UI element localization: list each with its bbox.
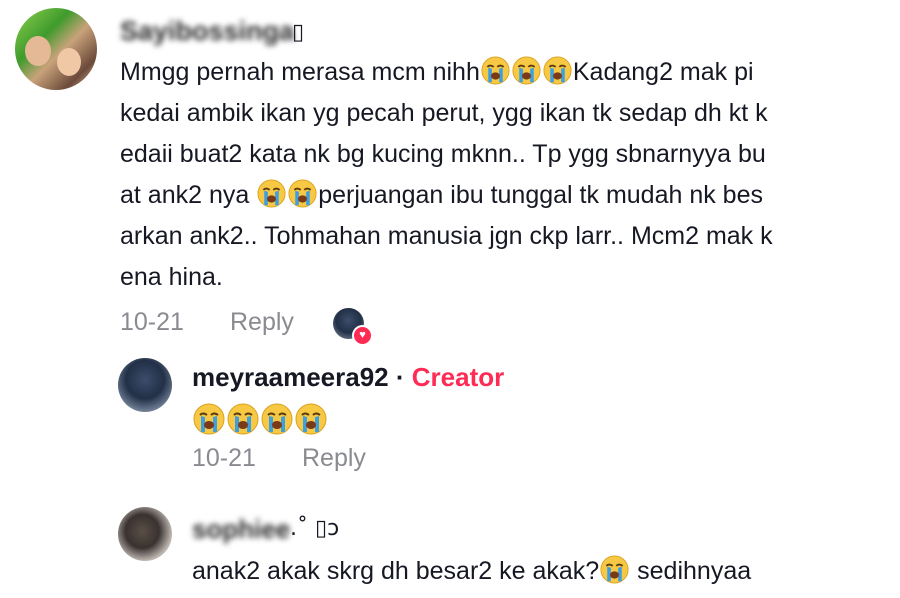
comment-username[interactable]: sophiee [192, 514, 290, 545]
reply-button[interactable]: Reply [230, 308, 294, 337]
comment-date: 10-21 [192, 444, 256, 472]
comment-username[interactable]: Sayibossinga [120, 16, 294, 47]
heart-icon: ♥ [352, 325, 373, 346]
comment-text-part: perjuangan ibu tunggal tk mudah nk bes [318, 181, 763, 209]
loudly-crying-face-icon [288, 179, 317, 208]
comment-text: anak2 akak skrg dh besar2 ke akak? sedih… [192, 553, 751, 589]
comment-text-part: at ank2 nya [120, 181, 257, 209]
comment-text-line: arkan ank2.. Tohmahan manusia jgn ckp la… [120, 216, 773, 257]
loudly-crying-face-icon [481, 56, 510, 85]
comment-text-part: Kadang2 mak pi [572, 58, 754, 86]
loudly-crying-face-icon [600, 555, 629, 584]
comment-date: 10-21 [120, 308, 184, 336]
unknown-glyph-icon: ▯ [292, 20, 305, 45]
comment-text-part: arkan ank2.. Tohmahan manusia jgn ckp la… [120, 222, 773, 250]
loudly-crying-face-icon [295, 403, 327, 435]
comment-text [192, 403, 328, 435]
comment-text-line: at ank2 nya perjuangan ibu tunggal tk mu… [120, 175, 763, 216]
loudly-crying-face-icon [512, 56, 541, 85]
avatar[interactable] [15, 8, 97, 90]
avatar[interactable] [118, 507, 172, 561]
comment-text-part: edaii buat2 kata nk bg kucing mknn.. Tp … [120, 140, 766, 168]
comment-text-part: Mmgg pernah merasa mcm nihh [120, 58, 480, 86]
loudly-crying-face-icon [543, 56, 572, 85]
comment-username-line: meyraameera92 · Creator [192, 362, 504, 393]
separator: · [395, 362, 405, 392]
creator-badge: Creator [411, 362, 505, 392]
loudly-crying-face-icon [227, 403, 259, 435]
reply-button[interactable]: Reply [302, 444, 366, 473]
comment-text-line: Mmgg pernah merasa mcm nihh Kadang2 mak p… [120, 52, 754, 93]
username-suffix: .˚ ▯ɔ [290, 516, 340, 541]
comment-username[interactable]: meyraameera92 [192, 362, 389, 392]
loudly-crying-face-icon [193, 403, 225, 435]
comment-text-part: sedihnyaa [630, 557, 752, 585]
loudly-crying-face-icon [261, 403, 293, 435]
comment-text-line: edaii buat2 kata nk bg kucing mknn.. Tp … [120, 134, 766, 175]
comment-text-part: ena hina. [120, 263, 223, 291]
comment-text-part: kedai ambik ikan yg pecah perut, ygg ika… [120, 99, 768, 127]
comment-text-part: anak2 akak skrg dh besar2 ke akak? [192, 557, 600, 585]
comment-text-line: kedai ambik ikan yg pecah perut, ygg ika… [120, 93, 768, 134]
loudly-crying-face-icon [257, 179, 286, 208]
avatar[interactable] [118, 358, 172, 412]
comment-text-line: ena hina. [120, 257, 223, 298]
